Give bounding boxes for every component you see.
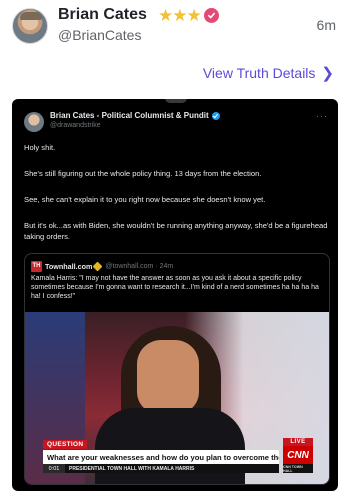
chyron-question-bar: What are your weaknesses and how do you … — [43, 450, 279, 464]
star-icon: ★ — [186, 6, 202, 25]
townhall-logo-icon: TH — [31, 260, 42, 272]
gold-verified-icon — [92, 261, 103, 271]
quoted-post-header: TH Townhall.com @townhall.com · 24m — [31, 260, 173, 272]
chyron-subtitle-text: PRESIDENTIAL TOWN HALL WITH KAMALA HARRI… — [69, 465, 195, 472]
chevron-right-icon: ❯ — [321, 65, 334, 82]
quoted-post-text: Kamala Harris: "I may not have the answe… — [31, 275, 319, 301]
badge-row: ★ ★ ★ — [158, 7, 219, 24]
star-icon: ★ — [172, 6, 188, 25]
chyron-question-text: What are your weaknesses and how do you … — [47, 452, 279, 462]
post-timestamp: 6m — [316, 17, 336, 33]
embedded-post-image[interactable]: Brian Cates - Political Columnist & Pund… — [12, 99, 338, 491]
embedded-paragraph: Holy shit. — [24, 143, 56, 152]
embedded-paragraph: See, she can't explain it to you right n… — [24, 195, 266, 204]
embedded-author-handle: @drawandstrike — [50, 122, 101, 129]
speaker-face — [137, 340, 199, 414]
video-frame: QUESTION What are your weaknesses and ho… — [25, 312, 329, 484]
post-header: Brian Cates ★ ★ ★ @BrianCates 6m — [12, 6, 338, 46]
embedded-paragraph: She's still figuring out the whole polic… — [24, 169, 262, 178]
user-handle[interactable]: @BrianCates — [58, 27, 141, 43]
quoted-author-meta: @townhall.com · 24m — [105, 262, 174, 270]
more-options-icon: ··· — [316, 111, 328, 121]
display-name[interactable]: Brian Cates — [58, 6, 147, 24]
embedded-author-name: Brian Cates - Political Columnist & Pund… — [50, 111, 220, 120]
chyron-label: QUESTION — [43, 440, 88, 449]
view-truth-details-link[interactable]: View Truth Details ❯ — [203, 64, 334, 82]
embedded-paragraph: But it's ok...as with Biden, she wouldn'… — [24, 221, 328, 241]
embedded-avatar — [24, 112, 44, 132]
image-top-indicator — [165, 99, 187, 103]
quoted-author-name: Townhall.com — [45, 261, 93, 271]
live-badge: LIVE — [283, 438, 313, 446]
verified-badge-icon — [203, 8, 219, 23]
video-timestamp: 0:01 — [43, 464, 65, 473]
quoted-post: TH Townhall.com @townhall.com · 24m Kama… — [24, 253, 330, 485]
cnn-logo: CNN — [283, 446, 313, 464]
embedded-author-name-text: Brian Cates - Political Columnist & Pund… — [50, 111, 209, 120]
star-icon: ★ — [158, 6, 174, 25]
cnn-town-hall-tag: CNN TOWN HALL — [283, 464, 313, 473]
view-truth-details-label: View Truth Details — [202, 65, 316, 81]
chyron-subtitle-bar: PRESIDENTIAL TOWN HALL WITH KAMALA HARRI… — [43, 464, 279, 473]
verified-check-icon — [211, 111, 220, 120]
avatar[interactable] — [12, 8, 48, 44]
embedded-post-header: Brian Cates - Political Columnist & Pund… — [24, 111, 328, 135]
news-chyron: QUESTION What are your weaknesses and ho… — [25, 438, 329, 480]
